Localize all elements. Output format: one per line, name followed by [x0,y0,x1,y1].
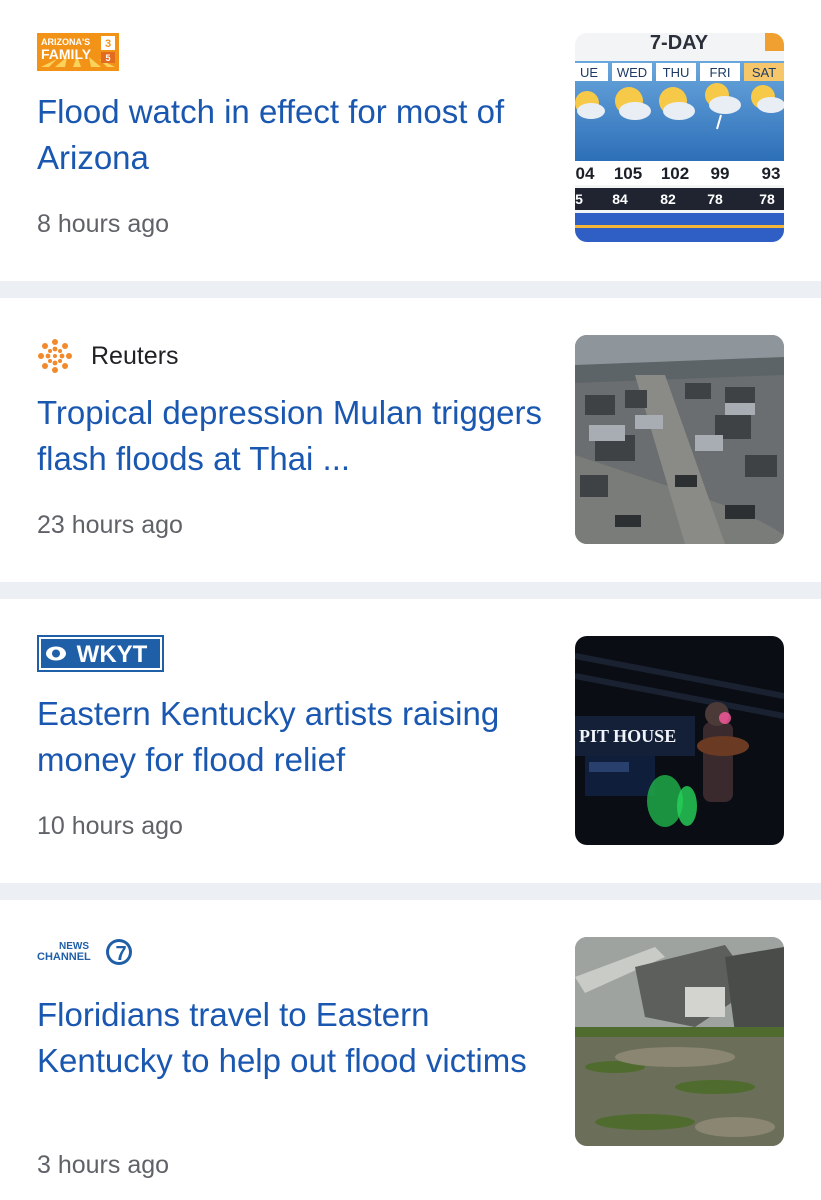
forecast-low: 78 [759,191,775,207]
news-card[interactable]: WKYT Eastern Kentucky artists raising mo… [0,599,821,883]
svg-text:3: 3 [105,38,111,50]
forecast-day: SAT [752,65,776,80]
forecast-heading: 7-DAY [650,33,709,54]
article-thumbnail-concert[interactable]: PIT HOUSE [575,636,784,845]
source-name: Reuters [91,341,179,370]
card-separator [0,883,821,900]
article-time: 10 hours ago [37,812,183,840]
article-title[interactable]: Eastern Kentucky artists raising money f… [37,691,547,783]
news-channel-7-logo: NEWS CHANNEL 7 [37,939,132,965]
source-row: Reuters [37,338,179,374]
forecast-day: WED [617,65,647,80]
source-logo-arizonas-family: ARIZONA'S FAMILY 3 5 [37,33,119,71]
article-title[interactable]: Flood watch in effect for most of Arizon… [37,89,547,181]
forecast-high: 105 [614,164,642,183]
article-title[interactable]: Tropical depression Mulan triggers flash… [37,390,547,482]
forecast-day: THU [663,65,690,80]
svg-text:CHANNEL: CHANNEL [37,951,91,963]
news-card[interactable]: Reuters Tropical depression Mulan trigge… [0,298,821,582]
forecast-low: 84 [612,191,628,207]
news-card[interactable]: ARIZONA'S FAMILY 3 5 Flood watch in effe… [0,0,821,281]
source-logo-wkyt: WKYT [37,635,164,672]
card-separator [0,281,821,298]
wkyt-logo: WKYT [37,635,164,672]
article-title[interactable]: Floridians travel to Eastern Kentucky to… [37,992,547,1084]
forecast-day: FRI [710,65,731,80]
forecast-high: 99 [711,164,730,183]
card-separator [0,582,821,599]
reuters-logo-icon [38,339,72,373]
article-thumbnail-debris[interactable] [575,937,784,1146]
article-thumbnail-forecast[interactable]: 7-DAY UE WED THU FRI SAT 04 105 102 99 9… [575,33,784,242]
news-feed: ARIZONA'S FAMILY 3 5 Flood watch in effe… [0,0,821,1200]
article-time: 23 hours ago [37,511,183,539]
forecast-high: 04 [576,164,595,183]
forecast-low: 78 [707,191,723,207]
svg-text:5: 5 [105,53,110,63]
forecast-low: 82 [660,191,676,207]
source-logo-news-channel-7: NEWS CHANNEL 7 [37,938,137,966]
article-time: 8 hours ago [37,210,170,238]
svg-text:WKYT: WKYT [77,641,148,668]
article-time: 3 hours ago [37,1151,170,1179]
venue-sign: PIT HOUSE [579,726,676,746]
news-card[interactable]: NEWS CHANNEL 7 Floridians travel to East… [0,900,821,1200]
forecast-high: 102 [661,164,689,183]
arizonas-family-logo: ARIZONA'S FAMILY 3 5 [37,33,119,71]
svg-text:FAMILY: FAMILY [41,46,92,62]
svg-text:7: 7 [115,943,126,965]
forecast-high: 93 [762,164,781,183]
article-thumbnail-flooded-town[interactable] [575,335,784,544]
forecast-low: 5 [575,191,583,207]
forecast-day: UE [580,65,598,80]
